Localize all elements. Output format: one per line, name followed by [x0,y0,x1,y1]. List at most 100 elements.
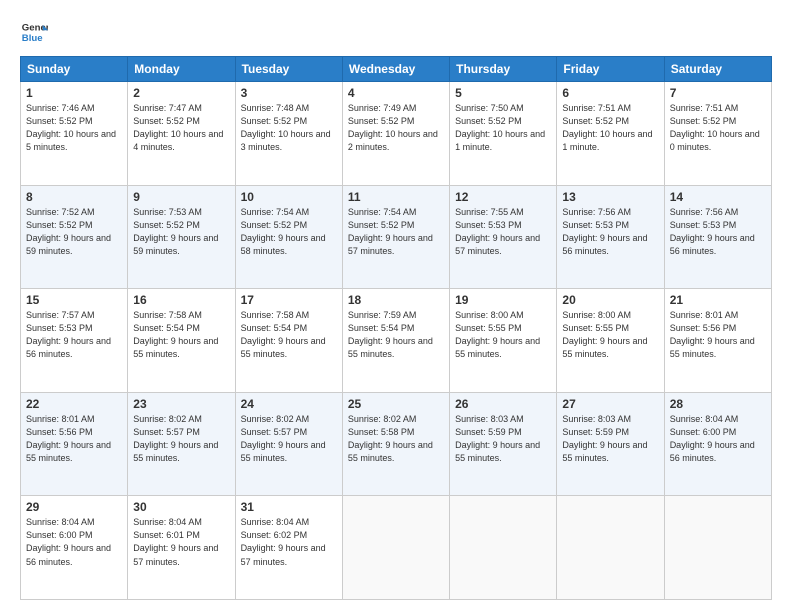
day-info: Sunrise: 7:54 AMSunset: 5:52 PMDaylight:… [348,206,444,258]
logo-icon: General Blue [20,18,48,46]
day-number: 29 [26,500,122,514]
day-info: Sunrise: 8:02 AMSunset: 5:58 PMDaylight:… [348,413,444,465]
calendar-cell: 9 Sunrise: 7:53 AMSunset: 5:52 PMDaylight… [128,185,235,289]
day-info: Sunrise: 7:58 AMSunset: 5:54 PMDaylight:… [241,309,337,361]
day-number: 8 [26,190,122,204]
day-info: Sunrise: 7:51 AMSunset: 5:52 PMDaylight:… [562,102,658,154]
day-number: 1 [26,86,122,100]
calendar-cell: 16 Sunrise: 7:58 AMSunset: 5:54 PMDayligh… [128,289,235,393]
svg-text:Blue: Blue [22,33,43,44]
calendar-cell: 26 Sunrise: 8:03 AMSunset: 5:59 PMDayligh… [450,392,557,496]
calendar-cell [557,496,664,600]
calendar-cell: 12 Sunrise: 7:55 AMSunset: 5:53 PMDayligh… [450,185,557,289]
day-info: Sunrise: 8:04 AMSunset: 6:02 PMDaylight:… [241,516,337,568]
day-number: 20 [562,293,658,307]
calendar-cell: 5Sunrise: 7:50 AMSunset: 5:52 PMDaylight… [450,82,557,186]
day-number: 17 [241,293,337,307]
weekday-header-thursday: Thursday [450,57,557,82]
day-info: Sunrise: 7:53 AMSunset: 5:52 PMDaylight:… [133,206,229,258]
calendar-cell: 29Sunrise: 8:04 AMSunset: 6:00 PMDayligh… [21,496,128,600]
day-number: 18 [348,293,444,307]
day-info: Sunrise: 8:04 AMSunset: 6:01 PMDaylight:… [133,516,229,568]
day-number: 12 [455,190,551,204]
day-info: Sunrise: 7:47 AMSunset: 5:52 PMDaylight:… [133,102,229,154]
day-number: 28 [670,397,766,411]
day-number: 24 [241,397,337,411]
calendar-cell: 7Sunrise: 7:51 AMSunset: 5:52 PMDaylight… [664,82,771,186]
day-info: Sunrise: 7:57 AMSunset: 5:53 PMDaylight:… [26,309,122,361]
weekday-header-tuesday: Tuesday [235,57,342,82]
day-number: 16 [133,293,229,307]
day-info: Sunrise: 7:55 AMSunset: 5:53 PMDaylight:… [455,206,551,258]
day-number: 15 [26,293,122,307]
calendar-cell [664,496,771,600]
weekday-header-saturday: Saturday [664,57,771,82]
day-number: 27 [562,397,658,411]
day-info: Sunrise: 8:03 AMSunset: 5:59 PMDaylight:… [455,413,551,465]
day-info: Sunrise: 7:49 AMSunset: 5:52 PMDaylight:… [348,102,444,154]
day-info: Sunrise: 7:58 AMSunset: 5:54 PMDaylight:… [133,309,229,361]
day-number: 22 [26,397,122,411]
day-info: Sunrise: 8:03 AMSunset: 5:59 PMDaylight:… [562,413,658,465]
day-number: 9 [133,190,229,204]
calendar-cell: 15 Sunrise: 7:57 AMSunset: 5:53 PMDayligh… [21,289,128,393]
calendar-cell: 1 Sunrise: 7:46 AMSunset: 5:52 PMDaylight… [21,82,128,186]
day-number: 2 [133,86,229,100]
calendar-cell: 4Sunrise: 7:49 AMSunset: 5:52 PMDaylight… [342,82,449,186]
calendar-table: SundayMondayTuesdayWednesdayThursdayFrid… [20,56,772,600]
day-number: 5 [455,86,551,100]
day-number: 21 [670,293,766,307]
day-info: Sunrise: 7:48 AMSunset: 5:52 PMDaylight:… [241,102,337,154]
calendar-cell: 14 Sunrise: 7:56 AMSunset: 5:53 PMDayligh… [664,185,771,289]
day-number: 26 [455,397,551,411]
weekday-header-row: SundayMondayTuesdayWednesdayThursdayFrid… [21,57,772,82]
calendar-cell: 24 Sunrise: 8:02 AMSunset: 5:57 PMDayligh… [235,392,342,496]
calendar-cell: 28Sunrise: 8:04 AMSunset: 6:00 PMDayligh… [664,392,771,496]
logo: General Blue [20,18,48,46]
day-info: Sunrise: 8:01 AMSunset: 5:56 PMDaylight:… [670,309,766,361]
calendar-cell: 19 Sunrise: 8:00 AMSunset: 5:55 PMDayligh… [450,289,557,393]
calendar-cell: 21 Sunrise: 8:01 AMSunset: 5:56 PMDayligh… [664,289,771,393]
calendar-cell: 2 Sunrise: 7:47 AMSunset: 5:52 PMDaylight… [128,82,235,186]
day-info: Sunrise: 7:46 AMSunset: 5:52 PMDaylight:… [26,102,122,154]
day-info: Sunrise: 8:00 AMSunset: 5:55 PMDaylight:… [455,309,551,361]
calendar-cell: 22 Sunrise: 8:01 AMSunset: 5:56 PMDayligh… [21,392,128,496]
calendar-cell: 10 Sunrise: 7:54 AMSunset: 5:52 PMDayligh… [235,185,342,289]
calendar-cell: 27 Sunrise: 8:03 AMSunset: 5:59 PMDayligh… [557,392,664,496]
calendar-cell: 17 Sunrise: 7:58 AMSunset: 5:54 PMDayligh… [235,289,342,393]
day-info: Sunrise: 8:02 AMSunset: 5:57 PMDaylight:… [241,413,337,465]
day-info: Sunrise: 7:54 AMSunset: 5:52 PMDaylight:… [241,206,337,258]
day-info: Sunrise: 7:52 AMSunset: 5:52 PMDaylight:… [26,206,122,258]
day-info: Sunrise: 7:56 AMSunset: 5:53 PMDaylight:… [670,206,766,258]
day-number: 3 [241,86,337,100]
day-number: 7 [670,86,766,100]
day-number: 10 [241,190,337,204]
day-info: Sunrise: 8:00 AMSunset: 5:55 PMDaylight:… [562,309,658,361]
day-number: 23 [133,397,229,411]
calendar-cell: 25Sunrise: 8:02 AMSunset: 5:58 PMDayligh… [342,392,449,496]
day-info: Sunrise: 8:01 AMSunset: 5:56 PMDaylight:… [26,413,122,465]
calendar-cell: 30Sunrise: 8:04 AMSunset: 6:01 PMDayligh… [128,496,235,600]
weekday-header-monday: Monday [128,57,235,82]
calendar-cell: 31Sunrise: 8:04 AMSunset: 6:02 PMDayligh… [235,496,342,600]
calendar-cell: 8 Sunrise: 7:52 AMSunset: 5:52 PMDaylight… [21,185,128,289]
day-info: Sunrise: 7:59 AMSunset: 5:54 PMDaylight:… [348,309,444,361]
day-info: Sunrise: 7:56 AMSunset: 5:53 PMDaylight:… [562,206,658,258]
day-number: 14 [670,190,766,204]
calendar-cell: 11 Sunrise: 7:54 AMSunset: 5:52 PMDayligh… [342,185,449,289]
day-number: 19 [455,293,551,307]
calendar-cell: 6 Sunrise: 7:51 AMSunset: 5:52 PMDaylight… [557,82,664,186]
calendar-cell [342,496,449,600]
calendar-cell: 3 Sunrise: 7:48 AMSunset: 5:52 PMDaylight… [235,82,342,186]
day-number: 11 [348,190,444,204]
day-number: 13 [562,190,658,204]
header: General Blue [20,18,772,46]
calendar-cell: 13 Sunrise: 7:56 AMSunset: 5:53 PMDayligh… [557,185,664,289]
day-number: 6 [562,86,658,100]
weekday-header-wednesday: Wednesday [342,57,449,82]
page: General Blue SundayMondayTuesdayWednesda… [0,0,792,612]
calendar-cell [450,496,557,600]
weekday-header-friday: Friday [557,57,664,82]
calendar-cell: 18 Sunrise: 7:59 AMSunset: 5:54 PMDayligh… [342,289,449,393]
calendar-cell: 23Sunrise: 8:02 AMSunset: 5:57 PMDayligh… [128,392,235,496]
